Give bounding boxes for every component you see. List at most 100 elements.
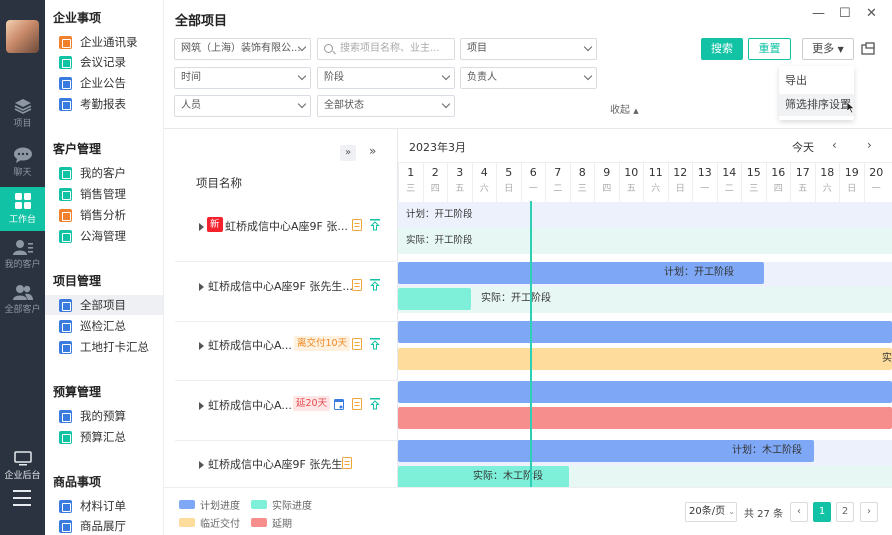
day-number: 20: [869, 166, 884, 179]
close-icon[interactable]: ✕: [866, 6, 877, 21]
search-input[interactable]: 搜索项目名称、业主...: [317, 38, 455, 60]
table-row[interactable]: 虹桥成信中心A座9F 张先生...: [175, 262, 398, 322]
upload-icon[interactable]: [370, 219, 380, 231]
stage-select[interactable]: 阶段: [317, 67, 455, 89]
weekday-label: 一: [871, 184, 881, 194]
document-icon[interactable]: [352, 219, 362, 231]
sidebar-item-attendance[interactable]: 考勤报表: [45, 94, 163, 114]
next-page-button[interactable]: ›: [860, 502, 878, 522]
sidebar-item-site-checkin[interactable]: 工地打卡汇总: [45, 337, 163, 357]
document-icon[interactable]: [352, 279, 362, 291]
sidebar-item-announcements[interactable]: 企业公告: [45, 73, 163, 93]
prev-page-button[interactable]: ‹: [790, 502, 808, 522]
timeline: 2023年3月 今天 ‹ › 1 三 2 四 3 五 4 六 5 日 6 一 7 二 8 三 9 四 10 五 11 六 1…: [398, 129, 892, 488]
collapse-toggle[interactable]: 收起 ▲: [610, 101, 639, 116]
status-select[interactable]: 全部状态: [317, 95, 455, 117]
plan-bar[interactable]: [398, 321, 892, 343]
sidebar-item-label: 我的客户: [80, 166, 126, 180]
weekday-label: 四: [602, 184, 612, 194]
time-select-value: 时间: [181, 72, 201, 83]
company-select[interactable]: 网筑（上海）装饰有限公...: [174, 38, 311, 60]
owner-select-value: 负责人: [467, 72, 497, 83]
today-button[interactable]: 今天: [792, 139, 814, 155]
reset-button[interactable]: 重置: [748, 38, 791, 60]
panel-toggle-icon[interactable]: [861, 42, 875, 55]
rail-item-chat[interactable]: 聊天: [0, 142, 45, 186]
weekday-label: 六: [479, 184, 489, 194]
sidebar-item-my-customers[interactable]: 我的客户: [45, 163, 163, 183]
plan-bar[interactable]: 计划：开工阶段: [398, 262, 764, 284]
minimize-icon[interactable]: —: [812, 6, 825, 21]
time-select[interactable]: 时间: [174, 67, 311, 89]
sidebar-item-inspection[interactable]: 巡检汇总: [45, 316, 163, 336]
prev-arrow-icon[interactable]: ‹: [832, 138, 837, 152]
sidebar-item-meetings[interactable]: 会议记录: [45, 52, 163, 72]
upload-icon[interactable]: [370, 398, 380, 410]
sidebar-item-label: 企业通讯录: [80, 35, 138, 49]
table-row[interactable]: 虹桥成信中心A... 延20天: [175, 381, 398, 441]
next-arrow-icon[interactable]: ›: [867, 138, 872, 152]
sidebar-item-public-pool[interactable]: 公海管理: [45, 226, 163, 246]
actual-bar[interactable]: [398, 288, 471, 310]
rail-item-my-customers[interactable]: 我的客户: [0, 234, 45, 278]
legend-label: 实际进度: [272, 501, 312, 512]
project-select[interactable]: 项目: [460, 38, 597, 60]
page-size-select[interactable]: 20条/页 ⌄: [685, 502, 737, 522]
sidebar-item-sales[interactable]: 销售管理: [45, 184, 163, 204]
document-icon[interactable]: [352, 338, 362, 350]
collapse-all-icon[interactable]: »: [340, 145, 356, 161]
sidebar-item-sales-analysis[interactable]: 销售分析: [45, 205, 163, 225]
rail-item-all-customers[interactable]: 全部客户: [0, 279, 45, 323]
column-header-project-name: 项目名称: [196, 176, 242, 190]
rail-item-admin[interactable]: 企业后台: [0, 446, 45, 490]
expand-triangle-icon[interactable]: [199, 283, 204, 291]
rail-item-workbench[interactable]: 工作台: [0, 187, 45, 231]
expand-triangle-icon[interactable]: [199, 223, 204, 231]
actual-bar[interactable]: 实际：木工阶段: [398, 466, 569, 488]
menu-item-filter-sort-settings[interactable]: 筛选排序设置: [779, 94, 854, 116]
plan-bar[interactable]: [398, 381, 892, 403]
menu-item-export[interactable]: 导出: [779, 70, 854, 92]
table-row[interactable]: 虹桥成信中心A... 离交付10天: [175, 321, 398, 381]
page-2-button[interactable]: 2: [836, 502, 854, 522]
overdue-bar[interactable]: [398, 407, 892, 429]
document-icon[interactable]: [352, 398, 362, 410]
project-name[interactable]: 虹桥成信中心A...: [208, 397, 292, 413]
sidebar-item-contacts[interactable]: 企业通讯录: [45, 32, 163, 52]
near-due-badge: 离交付10天: [294, 336, 351, 351]
avatar[interactable]: [6, 20, 39, 53]
expand-triangle-icon[interactable]: [199, 461, 204, 469]
plan-bar[interactable]: 计划：木工阶段: [398, 440, 814, 462]
sidebar-item-all-projects[interactable]: 全部项目: [45, 295, 163, 315]
expand-all-icon[interactable]: »: [369, 144, 376, 158]
rail-label: 全部客户: [4, 305, 41, 315]
sidebar-group-title: 客户管理: [53, 142, 102, 156]
document-icon[interactable]: [342, 457, 352, 469]
calendar-icon[interactable]: [334, 398, 344, 410]
project-name[interactable]: 虹桥成信中心A...: [208, 337, 292, 353]
upload-icon[interactable]: [370, 279, 380, 291]
sidebar-item-label: 商品展厅: [80, 519, 126, 533]
expand-triangle-icon[interactable]: [199, 402, 204, 410]
owner-select[interactable]: 负责人: [460, 67, 597, 89]
sidebar-item-material-orders[interactable]: 材料订单: [45, 496, 163, 516]
legend-label: 延期: [272, 519, 292, 530]
sidebar-item-budget-summary[interactable]: 预算汇总: [45, 427, 163, 447]
expand-triangle-icon[interactable]: [199, 342, 204, 350]
near-due-bar[interactable]: 实: [398, 348, 892, 370]
staff-select[interactable]: 人员: [174, 95, 311, 117]
maximize-icon[interactable]: ☐: [839, 6, 851, 21]
page-1-button[interactable]: 1: [813, 502, 831, 522]
project-name[interactable]: 虹桥成信中心A座9F 张先生: [208, 456, 342, 472]
sidebar-item-showroom[interactable]: 商品展厅: [45, 516, 163, 535]
table-row[interactable]: 新 虹桥成信中心A座9F 张...: [175, 202, 398, 262]
weekday-label: 五: [455, 184, 465, 194]
project-name[interactable]: 虹桥成信中心A座9F 张...: [225, 218, 348, 234]
menu-icon[interactable]: [13, 490, 31, 506]
search-button[interactable]: 搜索: [701, 38, 743, 60]
rail-item-projects[interactable]: 项目: [0, 93, 45, 137]
upload-icon[interactable]: [370, 338, 380, 350]
sidebar-item-my-budget[interactable]: 我的预算: [45, 406, 163, 426]
project-name[interactable]: 虹桥成信中心A座9F 张先生...: [208, 278, 353, 294]
more-button[interactable]: 更多 ▼: [802, 38, 854, 60]
